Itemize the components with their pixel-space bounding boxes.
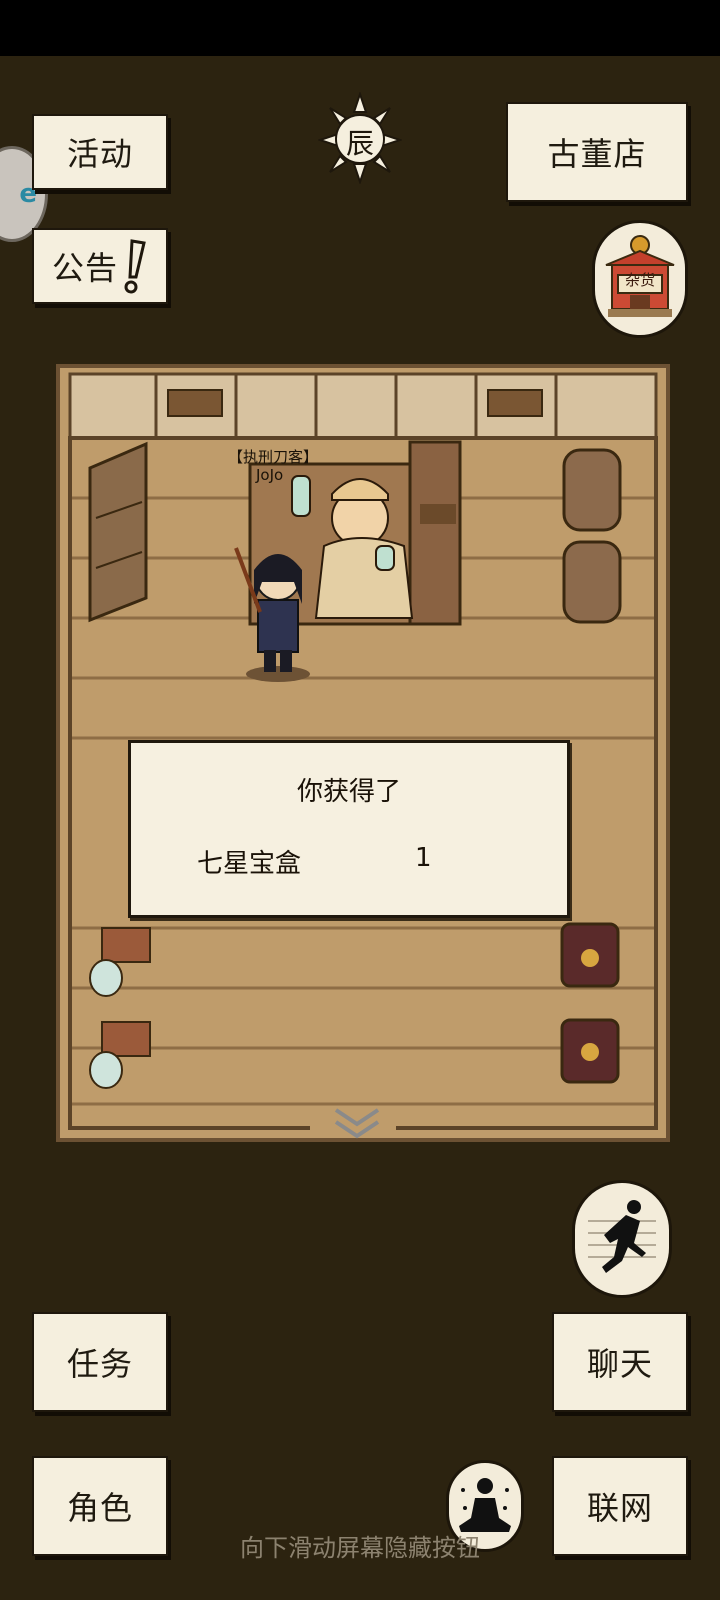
time-badge[interactable]: 辰	[316, 90, 404, 186]
reward-item-name: 七星宝盒	[197, 849, 302, 879]
npc-title: 【执刑刀客】	[228, 448, 319, 466]
hide-buttons-hint: 向下滑动屏幕隐藏按钮	[240, 1534, 480, 1562]
npc-name: JoJo	[256, 466, 284, 484]
antique-shop-button[interactable]: 古董店	[506, 102, 688, 202]
general-store-button[interactable]: 杂货	[592, 220, 688, 338]
tasks-button[interactable]: 任务	[32, 1312, 168, 1412]
exclamation-icon	[124, 239, 146, 294]
announcement-button[interactable]: 公告	[32, 228, 168, 304]
shop-badge-label: 杂货	[624, 271, 655, 289]
time-badge-label: 辰	[345, 127, 374, 160]
activity-label: 活动	[66, 135, 133, 173]
run-button[interactable]	[572, 1180, 672, 1298]
online-label: 联网	[586, 1489, 653, 1527]
chat-button[interactable]: 聊天	[552, 1312, 688, 1412]
tasks-label: 任务	[66, 1345, 133, 1383]
character-label: 角色	[66, 1489, 133, 1527]
reward-heading: 你获得了	[296, 777, 401, 807]
antique-shop-label: 古董店	[547, 135, 647, 173]
chat-label: 聊天	[586, 1345, 653, 1383]
run-icon	[588, 1200, 656, 1273]
status-bar	[0, 0, 720, 56]
reward-item-count: 1	[415, 843, 432, 873]
expand-down-icon[interactable]	[332, 1106, 382, 1142]
reward-dialog[interactable]: 你获得了 七星宝盒 1	[128, 740, 570, 918]
activity-button[interactable]: 活动	[32, 114, 168, 190]
announcement-label: 公告	[51, 249, 118, 287]
